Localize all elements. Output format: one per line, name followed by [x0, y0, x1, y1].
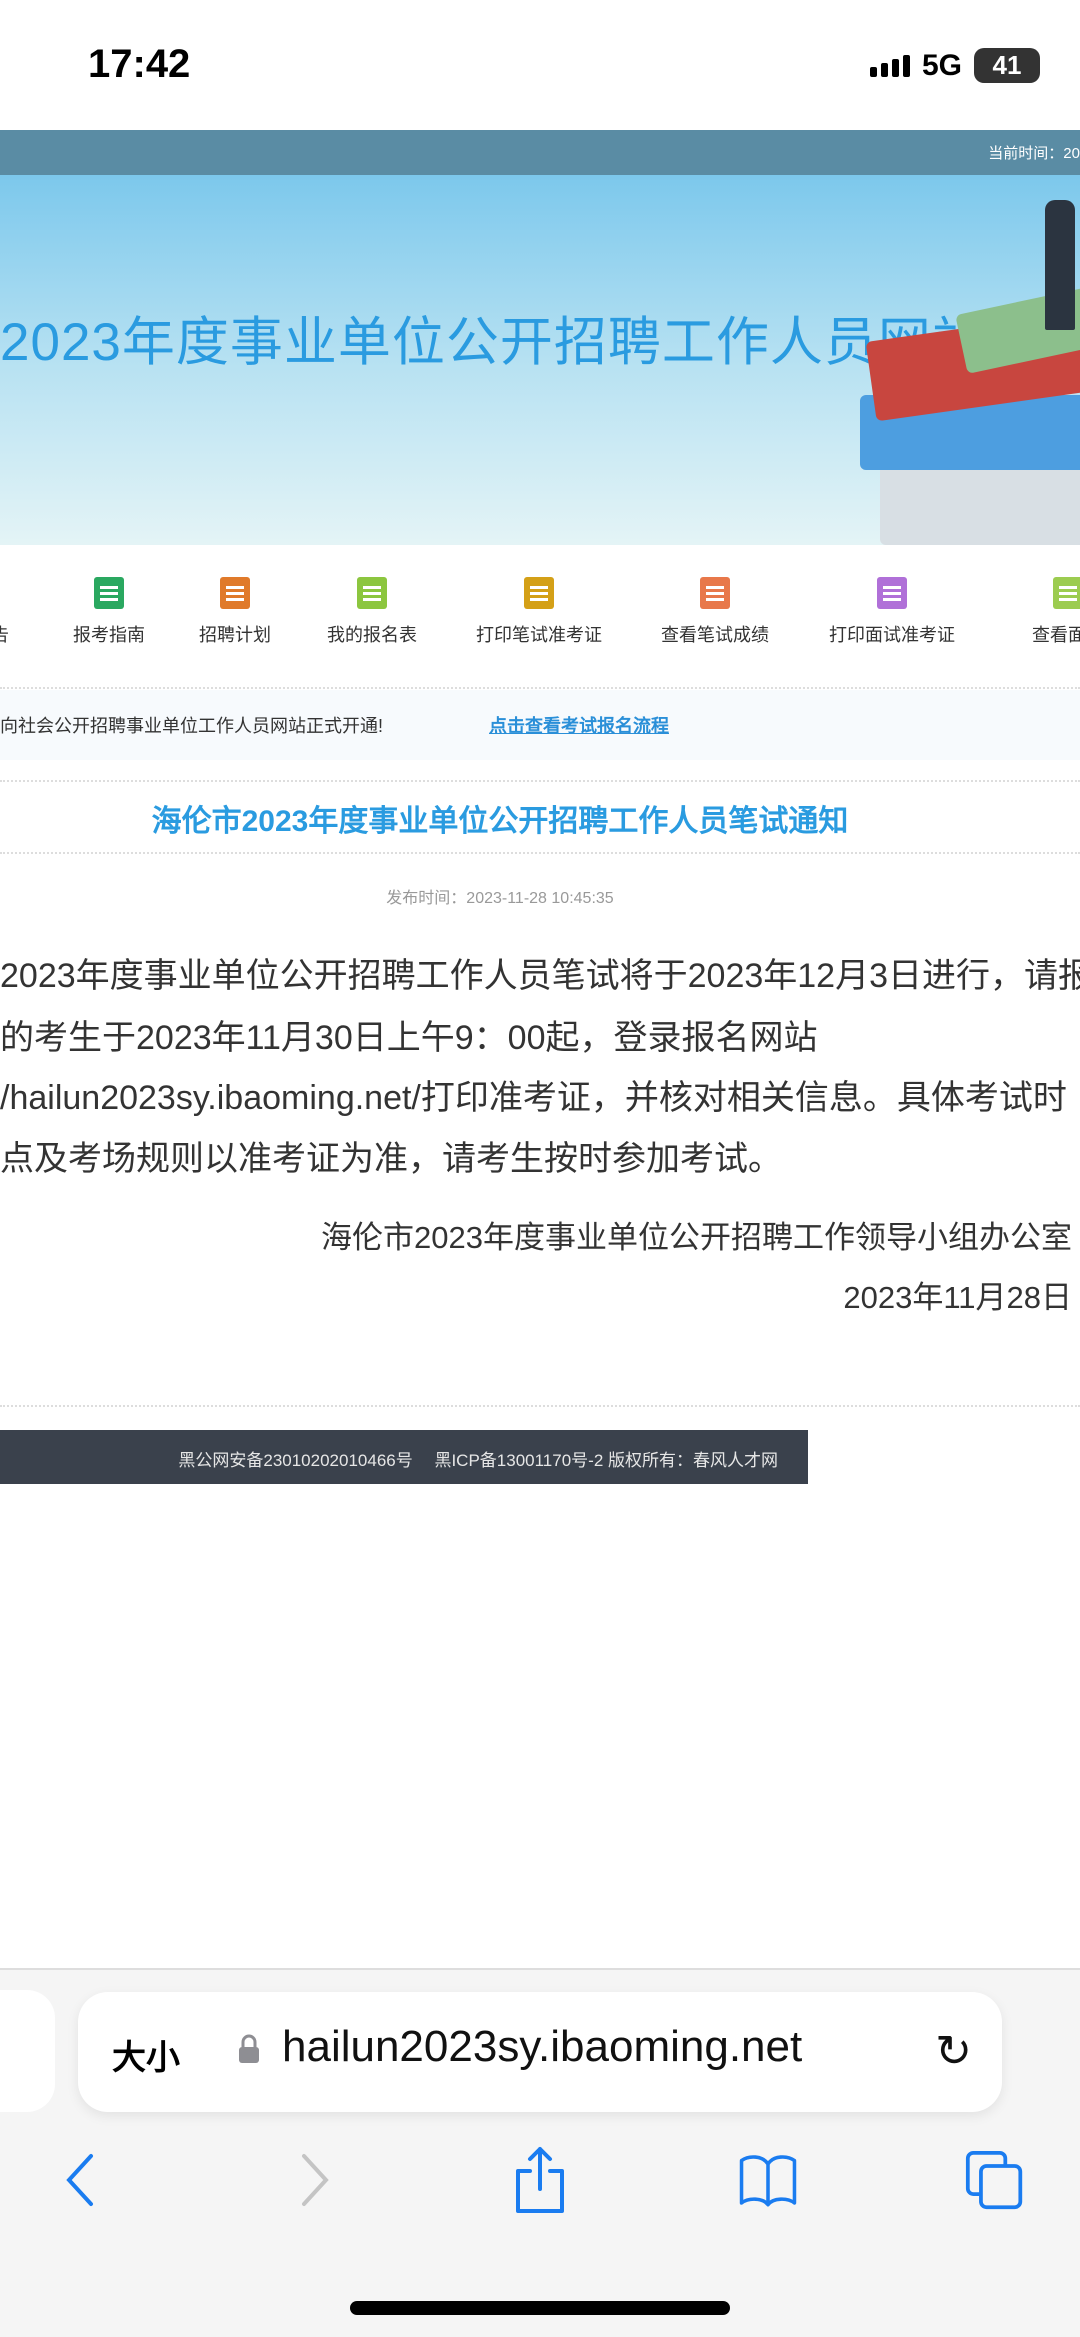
- site-top-bar: 当前时间：2023-1: [0, 130, 1080, 175]
- share-button[interactable]: [510, 2140, 570, 2220]
- text-size-button[interactable]: 大小: [112, 2030, 180, 2079]
- divider: [0, 780, 1080, 782]
- home-indicator: [350, 2301, 730, 2315]
- printer-icon: [877, 577, 907, 609]
- envelope-icon: [94, 577, 124, 609]
- site-nav: 告 报考指南 招聘计划 我的报名表 打印笔试准考证 查看笔试成绩 打印面试准考证…: [0, 545, 1080, 687]
- article-body-line: /hailun2023sy.ibaoming.net/打印准考证，并核对相关信息…: [0, 1079, 1067, 1117]
- url-text[interactable]: hailun2023sy.ibaoming.net: [282, 2022, 802, 2072]
- divider: [0, 687, 1080, 689]
- article-date: 2023年11月28日: [843, 1280, 1072, 1315]
- footer-text: 黑公网安备23010202010466号 黑ICP备13001170号-2 版权…: [178, 1451, 778, 1470]
- status-time: 17:42: [88, 42, 191, 86]
- signal-icon: [869, 54, 910, 77]
- divider: [0, 852, 1080, 854]
- list-icon: [1053, 577, 1080, 609]
- lock-icon: [239, 2034, 259, 2063]
- article-body-line: 点及考场规则以准考证为准，请考生按时参加考试。: [0, 1140, 782, 1178]
- bookmarks-button[interactable]: [738, 2140, 798, 2220]
- previous-tab-preview[interactable]: [0, 1990, 55, 2112]
- form-icon: [357, 577, 387, 609]
- notice-text: 向社会公开招聘事业单位工作人员网站正式开通!: [0, 716, 383, 736]
- registration-process-link[interactable]: 点击查看考试报名流程: [489, 712, 669, 738]
- banner-title: 2023年度事业单位公开招聘工作人员网站: [0, 313, 986, 372]
- tabs-icon: [965, 2150, 1023, 2210]
- back-button[interactable]: [50, 2140, 110, 2220]
- id-card-icon: [524, 577, 554, 609]
- article-body-line: 的考生于2023年11月30日上午9：00起，登录报名网站: [0, 1019, 818, 1057]
- status-icons: 5G 41: [869, 48, 1040, 83]
- site-footer: 黑公网安备23010202010466号 黑ICP备13001170号-2 版权…: [0, 1430, 808, 1484]
- current-time-label: 当前时间：2023-1: [988, 145, 1080, 162]
- reload-icon[interactable]: ↻: [935, 2026, 972, 2077]
- nav-item-my-form[interactable]: 我的报名表: [287, 577, 457, 647]
- person-illustration: [1045, 200, 1075, 330]
- nav-item-interview-score[interactable]: 查看面试: [983, 577, 1080, 647]
- publish-time: 发布时间：2023-11-28 10:45:35: [386, 890, 614, 907]
- nav-item-print-written-ticket[interactable]: 打印笔试准考证: [454, 577, 624, 647]
- network-type: 5G: [921, 48, 962, 82]
- chevron-left-icon: [66, 2154, 93, 2206]
- article-body-line: 2023年度事业单位公开招聘工作人员笔试将于2023年12月3日进行，请报: [0, 957, 1080, 995]
- article-title: 海伦市2023年度事业单位公开招聘工作人员笔试通知: [151, 805, 849, 838]
- address-bar[interactable]: 大小 hailun2023sy.ibaoming.net ↻: [78, 1992, 1002, 2112]
- share-icon: [516, 2147, 564, 2213]
- book-icon: [739, 2155, 797, 2207]
- forward-button[interactable]: [285, 2140, 345, 2220]
- book-icon: [700, 577, 730, 609]
- nav-item-print-interview-ticket[interactable]: 打印面试准考证: [807, 577, 977, 647]
- article-signature: 海伦市2023年度事业单位公开招聘工作领导小组办公室: [321, 1220, 1072, 1255]
- tabs-button[interactable]: [965, 2140, 1025, 2220]
- nav-item-written-score[interactable]: 查看笔试成绩: [630, 577, 800, 647]
- chevron-right-icon: [302, 2154, 329, 2206]
- divider: [0, 1405, 1080, 1407]
- site-banner: 2023年度事业单位公开招聘工作人员网站: [0, 175, 1080, 545]
- document-icon: [220, 577, 250, 609]
- battery-icon: 41: [974, 48, 1040, 83]
- notice-bar: 向社会公开招聘事业单位工作人员网站正式开通! 点击查看考试报名流程: [0, 690, 1080, 760]
